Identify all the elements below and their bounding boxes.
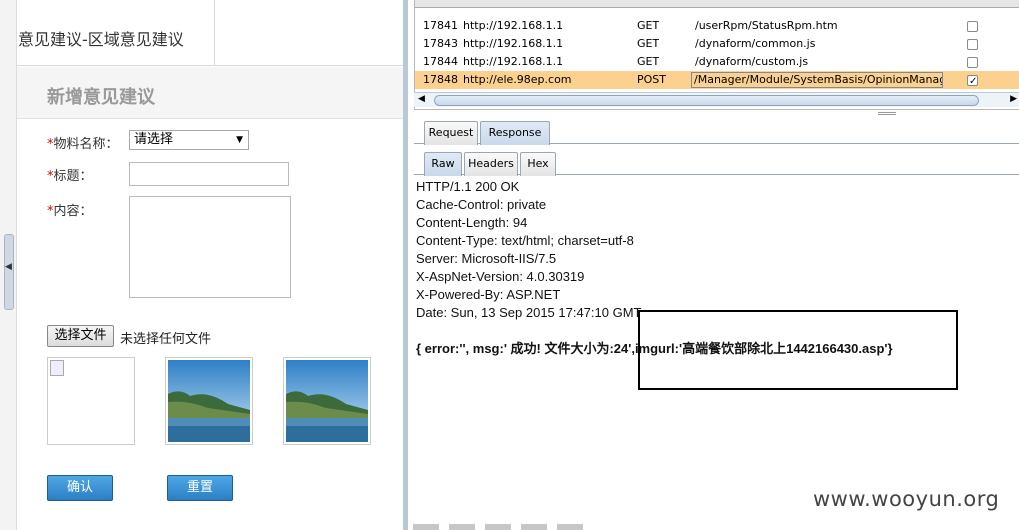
row-method: POST	[637, 73, 666, 86]
toolbar-button[interactable]	[521, 524, 547, 530]
collapse-strip[interactable]: ◀	[0, 0, 17, 530]
page-title: 意见建议-区域意见建议	[18, 30, 184, 49]
reset-button[interactable]: 重置	[167, 475, 233, 501]
web-form-panel: ◀ 意见建议-区域意见建议 新增意见建议 *物料名称： 请选择 ▼ *标题： *…	[0, 0, 403, 530]
table-header	[415, 0, 1019, 8]
table-row[interactable]: 17843 http://192.168.1.1 GET /dynaform/c…	[415, 35, 1019, 53]
content-label: *内容：	[47, 200, 93, 219]
bottom-toolbar	[413, 524, 1013, 530]
tab-hex[interactable]: Hex	[520, 152, 556, 176]
table-row[interactable]: 17844 http://192.168.1.1 GET /dynaform/c…	[415, 53, 1019, 71]
title-label-text: 标题：	[53, 169, 93, 184]
form-title: 新增意见建议	[47, 87, 155, 108]
collapse-arrow-icon[interactable]: ◀	[5, 262, 12, 272]
row-method: GET	[637, 55, 660, 68]
horizontal-scrollbar[interactable]: ◀ ▶	[414, 92, 1019, 107]
material-select-value: 请选择	[134, 132, 174, 147]
response-line: Server: Microsoft-IIS/7.5	[416, 251, 557, 266]
row-id: 17844	[423, 55, 458, 68]
row-url: /dynaform/common.js	[695, 37, 816, 50]
params-checkbox[interactable]	[967, 21, 978, 32]
title-label: *标题：	[47, 165, 93, 184]
page-header: 意见建议-区域意见建议	[17, 0, 403, 66]
material-label: *物料名称：	[47, 133, 119, 152]
row-host: http://192.168.1.1	[463, 37, 564, 50]
params-checkbox[interactable]	[967, 73, 978, 91]
toolbar-button[interactable]	[485, 524, 511, 530]
tab-response[interactable]: Response	[480, 121, 550, 145]
image-thumb[interactable]	[283, 357, 371, 445]
choose-file-button[interactable]: 选择文件	[47, 325, 114, 347]
confirm-button[interactable]: 确认	[47, 475, 113, 501]
image-thumb[interactable]	[165, 357, 253, 445]
response-line: Content-Length: 94	[416, 215, 528, 230]
row-method: GET	[637, 37, 660, 50]
params-checkbox[interactable]	[967, 57, 978, 68]
row-url: /Manager/Module/SystemBasis/OpinionManag…	[691, 72, 943, 88]
scroll-left-icon[interactable]: ◀	[418, 94, 425, 104]
row-id: 17841	[423, 19, 458, 32]
table-row[interactable]: 17841 http://192.168.1.1 GET /userRpm/St…	[415, 17, 1019, 35]
watermark: www.wooyun.org	[813, 487, 1000, 511]
response-line: X-Powered-By: ASP.NET	[416, 287, 561, 302]
response-line: X-AspNet-Version: 4.0.30319	[416, 269, 585, 284]
broken-image-icon	[50, 360, 64, 376]
form-title-bar: 新增意见建议	[17, 67, 403, 119]
tab-headers[interactable]: Headers	[464, 152, 518, 176]
header-divider	[214, 0, 215, 66]
row-url: /userRpm/StatusRpm.htm	[695, 19, 838, 32]
landscape-image-icon	[286, 360, 368, 442]
params-checkbox[interactable]	[967, 39, 978, 50]
response-line: Content-Type: text/html; charset=utf-8	[416, 233, 634, 248]
title-input[interactable]	[129, 162, 289, 186]
response-line: HTTP/1.1 200 OK	[416, 179, 520, 194]
row-method: GET	[637, 19, 660, 32]
tab-raw[interactable]: Raw	[424, 152, 462, 176]
material-select[interactable]: 请选择 ▼	[129, 130, 249, 150]
response-line: Cache-Control: private	[416, 197, 547, 212]
table-row-selected[interactable]: 17848 http://ele.98ep.com POST /Manager/…	[415, 71, 1019, 91]
message-tabs: Request Response	[414, 118, 1019, 145]
toolbar-button[interactable]	[557, 524, 583, 530]
scrollbar-thumb[interactable]	[434, 95, 979, 106]
toolbar-button[interactable]	[449, 524, 475, 530]
collapse-handle[interactable]	[4, 234, 14, 310]
row-host: http://192.168.1.1	[463, 55, 564, 68]
row-host: http://ele.98ep.com	[463, 73, 572, 86]
toolbar-button[interactable]	[413, 524, 439, 530]
tab-request[interactable]: Request	[424, 121, 478, 145]
chevron-down-icon: ▼	[236, 135, 243, 145]
highlight-box	[638, 310, 958, 390]
row-host: http://192.168.1.1	[463, 19, 564, 32]
row-id: 17843	[423, 37, 458, 50]
file-status: 未选择任何文件	[120, 332, 212, 347]
image-thumb-broken[interactable]	[47, 357, 135, 445]
burp-proxy-panel: 17841 http://192.168.1.1 GET /userRpm/St…	[403, 0, 1019, 530]
row-id: 17848	[423, 73, 458, 86]
row-url: /dynaform/custom.js	[695, 55, 809, 68]
scroll-right-icon[interactable]: ▶	[1010, 94, 1017, 104]
material-label-text: 物料名称：	[53, 137, 119, 152]
content-label-text: 内容：	[53, 204, 93, 219]
view-tabs: Raw Headers Hex	[414, 149, 1019, 176]
landscape-image-icon	[168, 360, 250, 442]
content-textarea[interactable]	[129, 196, 291, 298]
pane-splitter[interactable]	[878, 112, 896, 115]
